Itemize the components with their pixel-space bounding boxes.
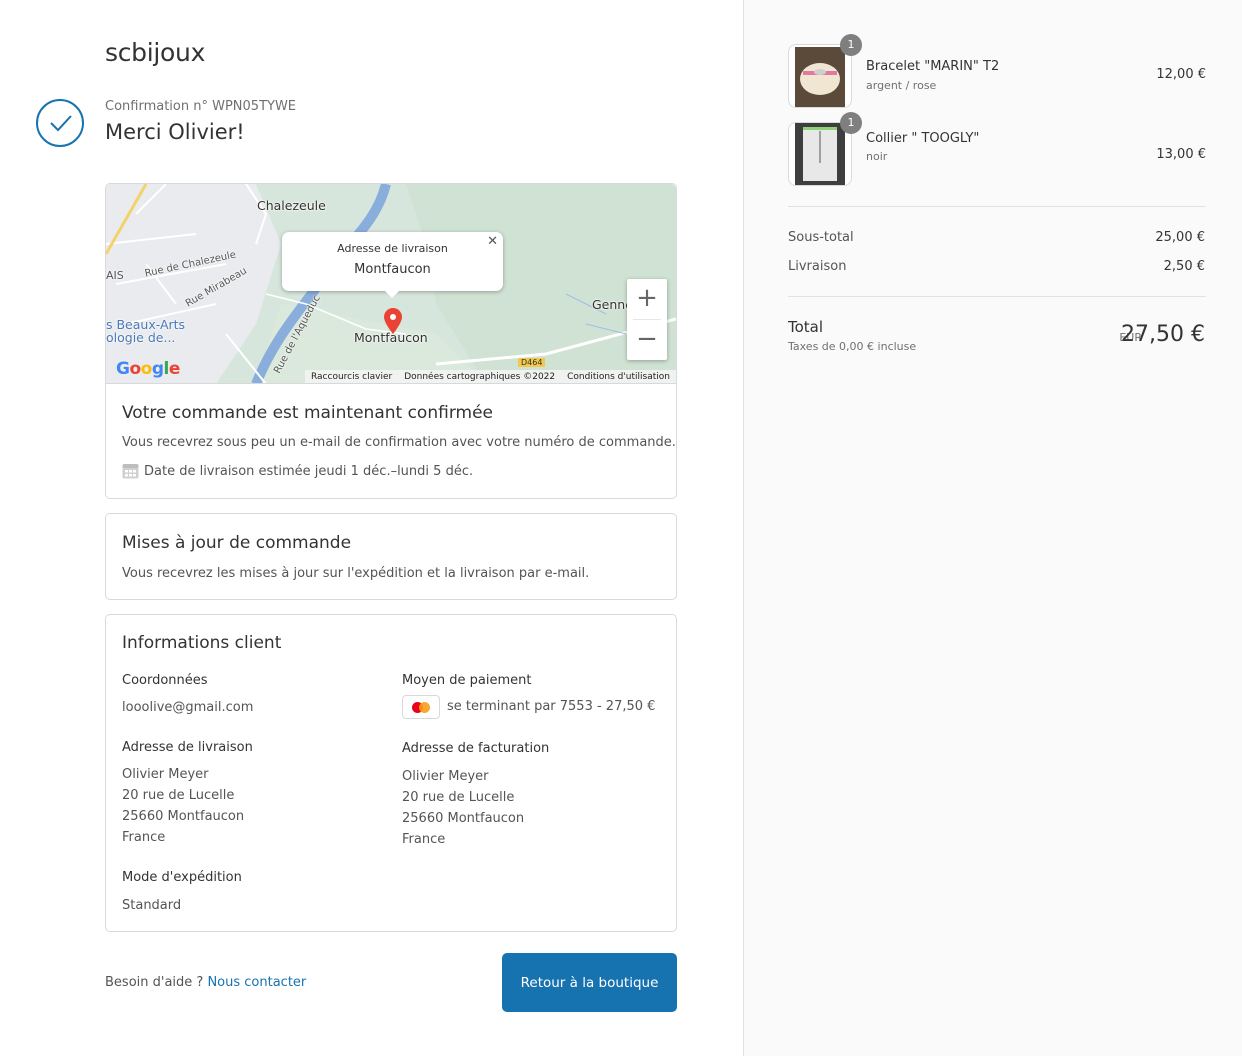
billing-city: 25660 Montfaucon	[402, 811, 525, 826]
map-attribution: Raccourcis clavier Données cartographiqu…	[304, 370, 676, 383]
product-thumbnail	[788, 122, 852, 186]
taxes-note: Taxes de 0,00 € incluse	[788, 340, 917, 353]
main-column: scbijoux Confirmation n° WPN05TYWE Merci…	[0, 0, 743, 1056]
billing-address: Olivier Meyer 20 rue de Lucelle 25660 Mo…	[402, 766, 524, 850]
return-to-store-button[interactable]: Retour à la boutique	[502, 953, 677, 1012]
item-variant: noir	[866, 150, 888, 163]
map-label-beaux-arts-2: ologie de...	[106, 330, 176, 345]
divider	[788, 206, 1206, 207]
item-price: 12,00 €	[1156, 67, 1206, 82]
map-zoom-controls: + −	[627, 279, 667, 360]
shipping-address-label: Adresse de livraison	[122, 740, 253, 755]
delivery-map[interactable]: Chalezeule Montfaucon Genne AIS Rue de C…	[106, 184, 676, 384]
item-variant: argent / rose	[866, 79, 937, 92]
help-text: Besoin d'aide ? Nous contacter	[105, 975, 306, 990]
shipping-name: Olivier Meyer	[122, 767, 209, 782]
divider	[788, 296, 1206, 297]
close-icon[interactable]: ✕	[487, 234, 498, 249]
order-updates-card: Mises à jour de commande Vous recevrez l…	[105, 513, 677, 600]
item-name: Bracelet "MARIN" T2	[866, 59, 1000, 74]
shipping-address: Olivier Meyer 20 rue de Lucelle 25660 Mo…	[122, 764, 244, 848]
total-amount: 27,50 €	[1121, 322, 1205, 347]
map-data-text: Données cartographiques ©2022	[404, 372, 556, 382]
mastercard-icon	[402, 695, 440, 719]
customer-title: Informations client	[122, 633, 282, 653]
shipping-country: France	[122, 830, 166, 845]
line-item: 1 Collier " TOOGLY" noir 13,00 €	[788, 112, 1206, 186]
customer-info-card: Informations client Coordonnées looolive…	[105, 614, 677, 932]
road-sign: D464	[518, 358, 546, 367]
confirmed-title: Votre commande est maintenant confirmée	[122, 403, 493, 423]
shipping-method: Standard	[122, 898, 182, 913]
map-info-popup: Adresse de livraison Montfaucon ✕	[282, 232, 503, 298]
subtotal-label: Sous-total	[788, 230, 854, 245]
shop-logo-text[interactable]: scbijoux	[105, 38, 205, 67]
order-summary-sidebar: 1 Bracelet "MARIN" T2 argent / rose 12,0…	[743, 0, 1242, 1056]
google-logo[interactable]: Google	[116, 359, 180, 379]
line-item: 1 Bracelet "MARIN" T2 argent / rose 12,0…	[788, 34, 1206, 108]
thank-you-heading: Merci Olivier!	[105, 120, 245, 144]
checkmark-icon	[36, 99, 84, 147]
map-pin-icon[interactable]	[384, 308, 402, 338]
item-name: Collier " TOOGLY"	[866, 131, 980, 146]
map-label-ais: AIS	[106, 269, 124, 282]
payment-label: Moyen de paiement	[402, 673, 532, 688]
shipping-city: 25660 Montfaucon	[122, 809, 245, 824]
order-confirmed-card: Chalezeule Montfaucon Genne AIS Rue de C…	[105, 183, 677, 499]
contact-link[interactable]: Nous contacter	[207, 975, 306, 990]
contact-email: looolive@gmail.com	[122, 700, 254, 715]
help-label: Besoin d'aide ?	[105, 975, 204, 990]
contact-label: Coordonnées	[122, 673, 208, 688]
shipping-street: 20 rue de Lucelle	[122, 788, 235, 803]
total-label: Total	[788, 318, 824, 336]
item-price: 13,00 €	[1156, 147, 1206, 162]
popup-title: Adresse de livraison	[337, 242, 448, 255]
quantity-badge: 1	[840, 34, 862, 56]
terms-link[interactable]: Conditions d'utilisation	[561, 370, 676, 383]
zoom-in-button[interactable]: +	[627, 279, 667, 319]
billing-country: France	[402, 832, 446, 847]
zoom-out-button[interactable]: −	[627, 320, 667, 360]
shipping-value: 2,50 €	[1163, 259, 1205, 274]
map-label-chalezeule: Chalezeule	[257, 198, 326, 213]
subtotal-value: 25,00 €	[1155, 230, 1205, 245]
quantity-badge: 1	[840, 112, 862, 134]
delivery-estimate: Date de livraison estimée jeudi 1 déc.–l…	[144, 464, 474, 479]
updates-title: Mises à jour de commande	[122, 533, 352, 553]
popup-tail	[384, 290, 400, 298]
billing-name: Olivier Meyer	[402, 769, 489, 784]
product-thumbnail	[788, 44, 852, 108]
confirmation-number: Confirmation n° WPN05TYWE	[105, 99, 297, 114]
shipping-label: Livraison	[788, 259, 847, 274]
shipping-method-label: Mode d'expédition	[122, 870, 242, 885]
billing-address-label: Adresse de facturation	[402, 741, 550, 756]
billing-street: 20 rue de Lucelle	[402, 790, 515, 805]
popup-value: Montfaucon	[354, 262, 431, 277]
payment-value: se terminant par 7553 - 27,50 €	[447, 699, 656, 714]
keyboard-shortcuts-link[interactable]: Raccourcis clavier	[305, 370, 398, 383]
confirmed-text: Vous recevrez sous peu un e-mail de conf…	[122, 435, 676, 450]
calendar-icon	[122, 462, 139, 483]
updates-text: Vous recevrez les mises à jour sur l'exp…	[122, 566, 590, 581]
